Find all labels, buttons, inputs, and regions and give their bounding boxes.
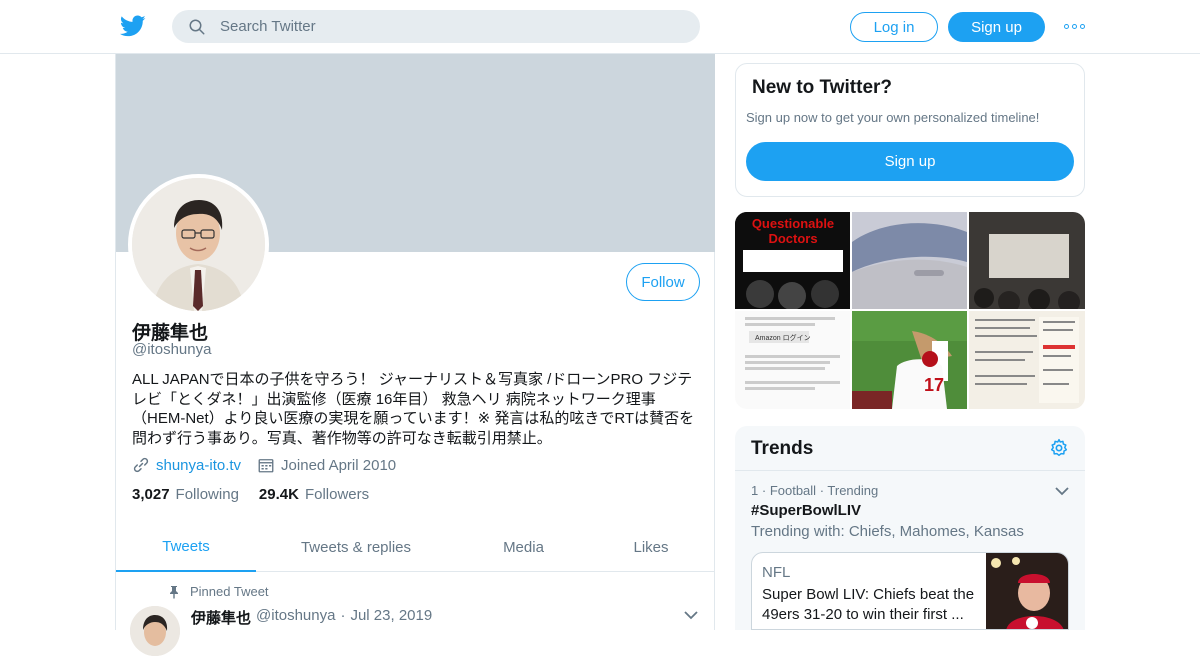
profile-tabs: Tweets Tweets & replies Media Likes [116,522,715,572]
news-source: NFL [762,564,791,581]
tweet-author-handle[interactable]: @itoshunya [256,607,335,628]
tweet-date[interactable]: Jul 23, 2019 [350,607,432,628]
media-tile-notes[interactable] [969,311,1085,409]
follow-button[interactable]: Follow [626,263,700,301]
bio-line: レビ「とくダネ！」出演監修（医療 16年目） 救急ヘリ 病院ネットワーク理事 [132,390,656,408]
bio-line: （HEM-Net）より良い医療の実現を願っています！※ 発言は私的呟きでRTは賛… [132,410,695,427]
website-link[interactable]: shunya-ito.tv [156,457,241,474]
bio-line: 問わず行う事あり。写真、著作物等の許可なき転載引用禁止。 [132,429,552,447]
tweet-header: 伊藤隼也 @itoshunya · Jul 23, 2019 [191,607,433,628]
news-headline: Super Bowl LIV: Chiefs beat the 49ers 31… [762,586,975,623]
more-options-icon[interactable] [1064,19,1086,33]
signup-panel-button[interactable]: Sign up [746,142,1074,181]
media-tile-car[interactable] [852,212,967,309]
pinned-indicator: Pinned Tweet [168,584,269,599]
search-bar[interactable] [172,10,700,43]
trend-with: Trending with: Chiefs, Mahomes, Kansas [751,523,1024,540]
trend-category: Football [769,483,817,498]
following-count[interactable]: 3,027 [132,486,170,503]
trend-hashtag[interactable]: #SuperBowlLIV [751,502,861,519]
chevron-down-icon[interactable] [1055,486,1069,496]
signup-panel-title: New to Twitter? [752,77,893,98]
search-input[interactable] [220,18,660,35]
profile-column: Follow 伊藤隼也 @itoshunya ALL JAPANで日本の子供を守… [115,54,715,656]
pinned-label: Pinned Tweet [190,584,269,599]
joined-date: Joined April 2010 [281,456,397,474]
media-grid: Questionable Doctors Amazon ログイン 17 [735,212,1085,409]
login-button[interactable]: Log in [850,12,938,42]
book-title-2: Doctors [768,231,817,246]
media-tile-baseball[interactable]: 17 [852,311,967,409]
followers-count[interactable]: 29.4K [259,486,299,503]
tab-likes[interactable]: Likes [611,522,691,572]
tab-media[interactable]: Media [476,522,571,572]
signup-button[interactable]: Sign up [948,12,1045,42]
bio-line: ALL JAPANで日本の子供を守ろう！ ジャーナリスト＆写真家 /ドローンPR… [132,371,693,388]
twitter-bird-icon[interactable] [120,13,146,39]
profile-handle: @itoshunya [132,341,212,358]
following-label[interactable]: Following [176,486,239,503]
jersey-number: 17 [924,375,944,395]
calendar-icon [258,459,274,473]
trend-rank: 1 [751,483,759,498]
profile-avatar[interactable] [128,174,269,315]
book-title-1: Questionable [752,216,834,231]
trends-divider [735,470,1085,471]
tab-tweets-replies[interactable]: Tweets & replies [281,522,431,572]
news-thumbnail [986,553,1068,629]
signup-panel: New to Twitter? Sign up now to get your … [735,63,1085,197]
profile-bio: ALL JAPANで日本の子供を守ろう！ ジャーナリスト＆写真家 /ドローンPR… [132,370,702,448]
profile-meta: shunya-ito.tv Joined April 2010 [132,456,396,474]
trend-news-card[interactable]: NFL Super Bowl LIV: Chiefs beat the 49er… [751,552,1069,630]
followers-label[interactable]: Followers [305,486,369,503]
search-icon [189,19,205,34]
chevron-down-icon[interactable] [684,610,698,620]
link-icon [133,457,149,473]
tweet-author-name[interactable]: 伊藤隼也 [191,607,251,628]
media-tile-amazon[interactable]: Amazon ログイン [735,311,850,409]
trends-title: Trends [751,438,814,459]
top-nav-bar: Log in Sign up [0,0,1200,54]
media-tile-book[interactable]: Questionable Doctors [735,212,850,309]
trend-meta: 1 · Football · Trending [751,483,879,498]
tab-tweets[interactable]: Tweets [116,522,256,572]
gear-icon[interactable] [1049,438,1069,458]
signup-panel-subtitle: Sign up now to get your own personalized… [746,110,1040,125]
tweet-avatar[interactable] [130,606,180,656]
media-tile-lecture[interactable] [969,212,1085,309]
trends-panel: Trends 1 · Football · Trending #SuperBow… [735,426,1085,630]
amazon-login-label: Amazon ログイン [755,333,811,342]
trend-status: Trending [827,483,879,498]
profile-stats: 3,027 Following 29.4K Followers [132,486,389,503]
pin-icon [170,585,178,599]
